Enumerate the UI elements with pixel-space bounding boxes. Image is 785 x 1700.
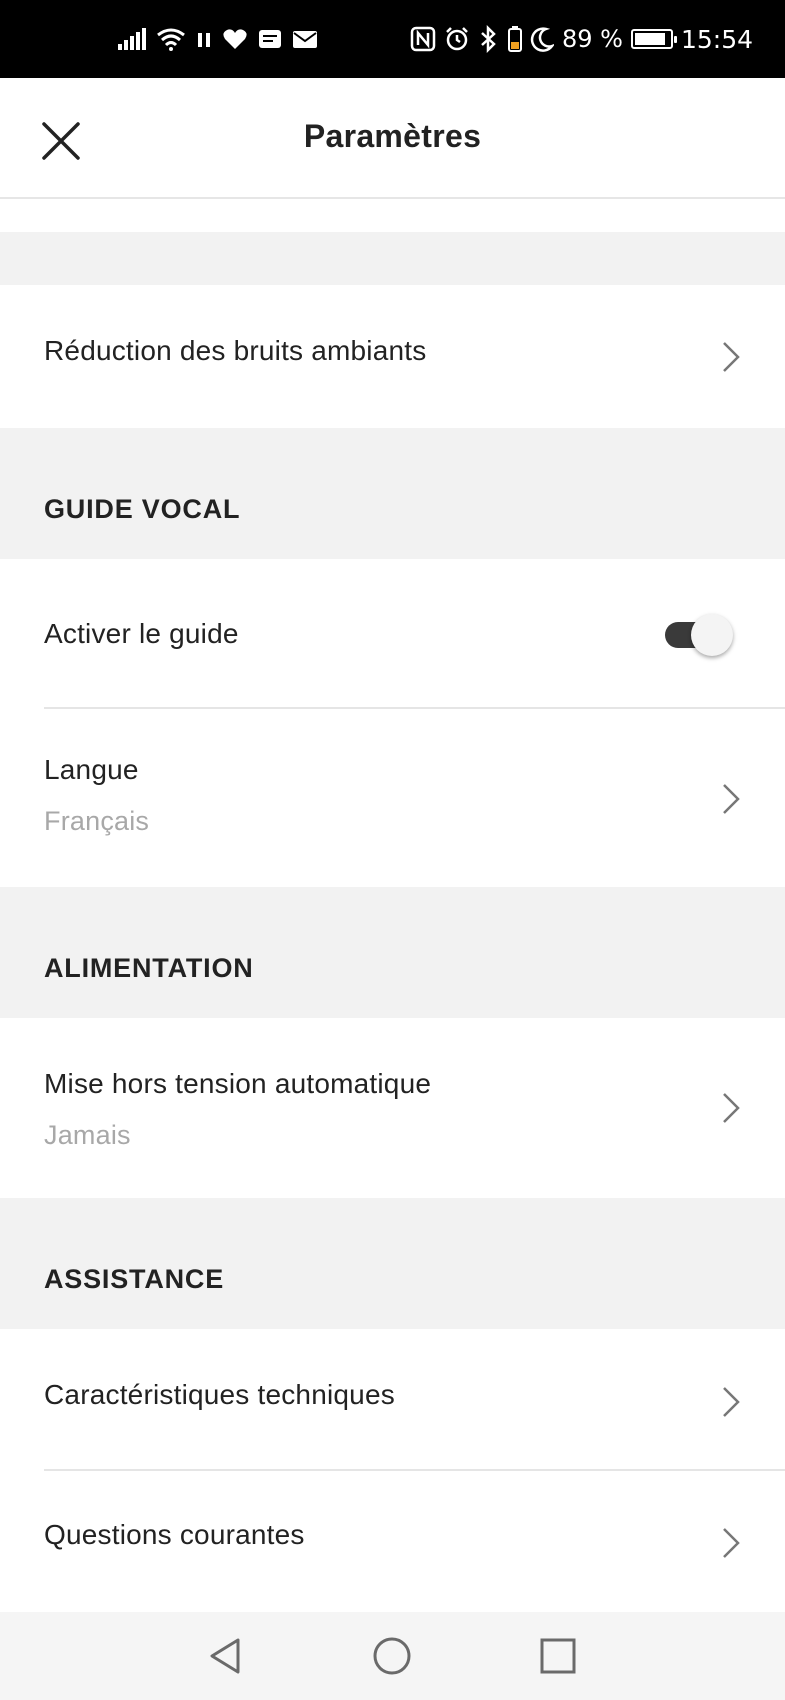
system-nav-bar <box>0 1612 785 1700</box>
noise-reduction-label: Réduction des bruits ambiants <box>44 335 427 366</box>
chevron-right-icon <box>723 784 740 814</box>
noise-reduction-row[interactable]: Réduction des bruits ambiants <box>0 285 785 428</box>
page-title: Paramètres <box>303 118 482 154</box>
chevron-right-icon <box>723 1093 740 1123</box>
recents-icon <box>540 1638 576 1674</box>
clock: 15:54 <box>680 24 753 54</box>
language-label: Langue <box>44 754 139 785</box>
enable-guide-row[interactable]: Activer le guide <box>0 559 785 707</box>
battery-icon <box>630 29 677 49</box>
news-icon <box>259 30 281 48</box>
wifi-icon <box>157 28 185 51</box>
section-header-power: ALIMENTATION <box>44 953 254 983</box>
faq-label: Questions courantes <box>44 1519 305 1550</box>
voice-guide-section: Activer le guide Langue Français <box>0 559 785 887</box>
enable-guide-toggle[interactable] <box>663 614 733 656</box>
battery-warning-icon <box>507 26 522 52</box>
auto-off-row[interactable]: Mise hors tension automatique Jamais <box>0 1018 785 1198</box>
language-value: Français <box>44 806 150 836</box>
scrolled-section-remnant <box>0 199 785 232</box>
faq-row[interactable]: Questions courantes <box>0 1471 785 1612</box>
bluetooth-icon <box>481 25 496 53</box>
pause-icon <box>198 33 210 47</box>
alarm-icon <box>446 27 468 51</box>
app-bar: Paramètres <box>0 78 785 199</box>
support-section: Caractéristiques techniques Questions co… <box>0 1329 785 1612</box>
nav-back-button[interactable] <box>204 1634 248 1678</box>
signal-icon <box>118 28 146 50</box>
nav-recents-button[interactable] <box>536 1634 580 1678</box>
home-icon <box>373 1637 411 1675</box>
section-header-voice-guide: GUIDE VOCAL <box>44 494 241 524</box>
chevron-right-icon <box>723 1387 740 1417</box>
nfc-icon <box>410 26 436 52</box>
auto-off-label: Mise hors tension automatique <box>44 1068 432 1099</box>
chevron-right-icon <box>723 342 740 372</box>
auto-off-value: Jamais <box>44 1120 131 1150</box>
language-row[interactable]: Langue Français <box>0 709 785 887</box>
status-bar-left <box>118 0 318 78</box>
enable-guide-label: Activer le guide <box>44 618 239 649</box>
specs-label: Caractéristiques techniques <box>44 1379 395 1410</box>
mail-icon <box>293 31 317 48</box>
moon-icon <box>530 27 554 52</box>
status-bar: 89 % 15:54 <box>0 0 785 78</box>
specs-row[interactable]: Caractéristiques techniques <box>0 1329 785 1469</box>
nav-home-button[interactable] <box>370 1634 414 1678</box>
heart-icon <box>223 29 247 49</box>
status-bar-right: 89 % 15:54 <box>410 0 753 78</box>
toggle-knob <box>691 614 733 656</box>
section-header-support: ASSISTANCE <box>44 1264 225 1294</box>
chevron-right-icon <box>723 1528 740 1558</box>
back-icon <box>210 1638 240 1674</box>
battery-percent: 89 % <box>561 25 623 53</box>
